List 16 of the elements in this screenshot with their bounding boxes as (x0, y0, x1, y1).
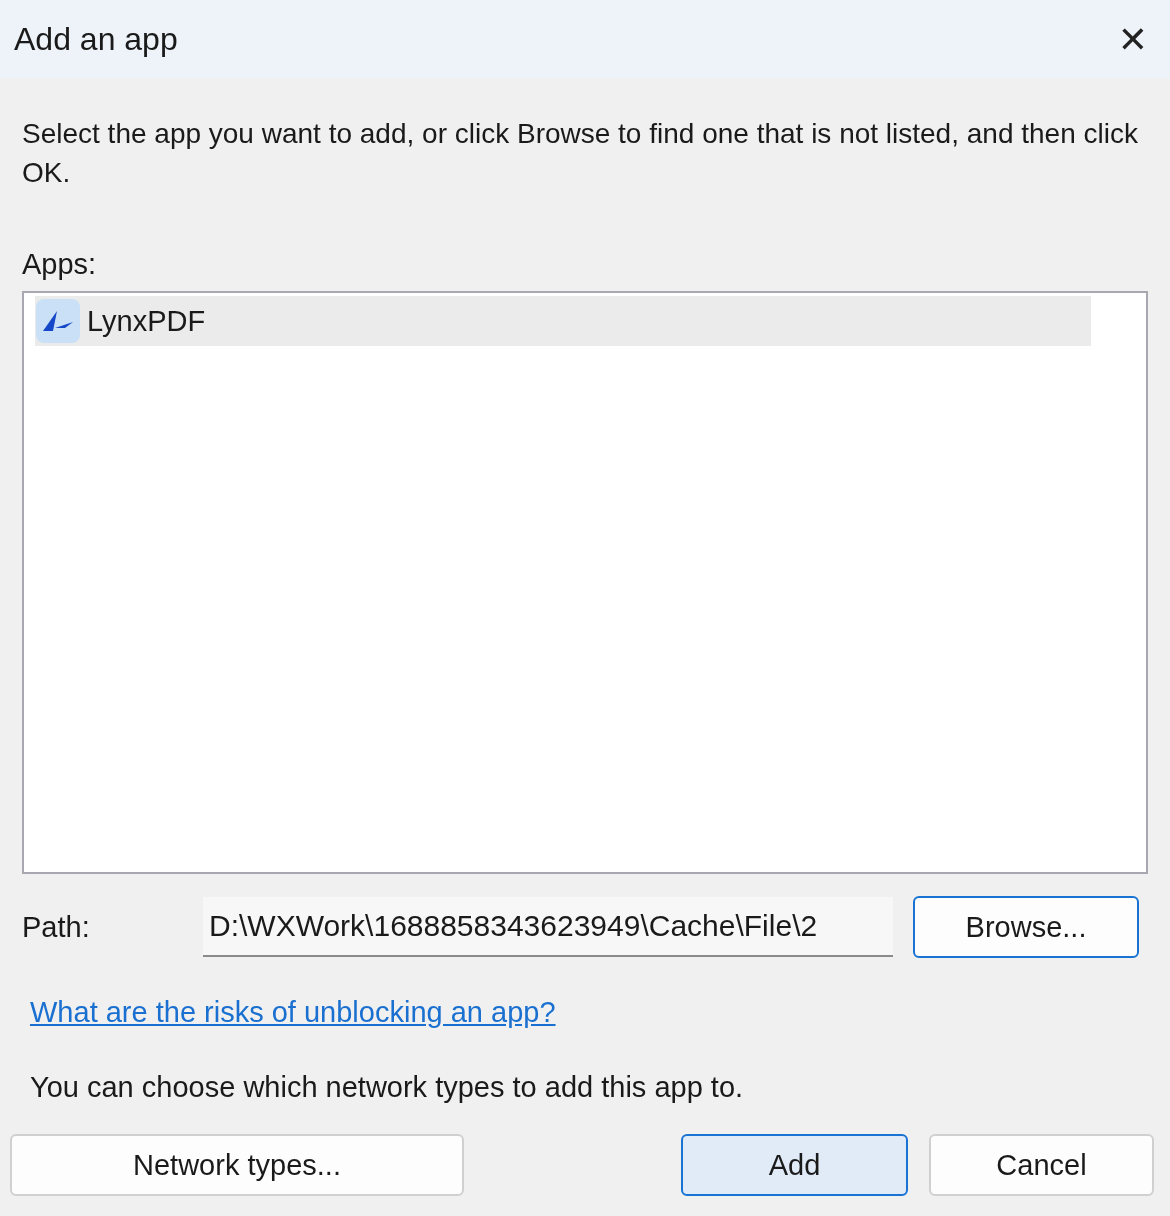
path-field[interactable]: D:\WXWork\1688858343623949\Cache\File\2 (203, 897, 893, 957)
path-label: Path: (22, 910, 91, 944)
apps-label: Apps: (22, 248, 97, 281)
app-list-item[interactable]: LynxPDF (35, 296, 1091, 346)
network-note-text: You can choose which network types to add this app to. (30, 1071, 745, 1104)
network-types-button[interactable]: Network types... (10, 1134, 464, 1196)
apps-list[interactable]: LynxPDF (22, 291, 1148, 874)
close-button[interactable]: ✕ (1109, 18, 1156, 60)
instructions-text: Select the app you want to add, or click Browse to find one that is not listed, and then click OK. (22, 117, 1139, 190)
app-icon (35, 298, 81, 344)
cancel-button[interactable]: Cancel (929, 1134, 1154, 1196)
browse-button[interactable]: Browse... (913, 896, 1139, 958)
add-button[interactable]: Add (681, 1134, 908, 1196)
app-name: LynxPDF (87, 304, 206, 338)
help-link[interactable]: What are the risks of unblocking an app? (30, 996, 556, 1029)
window-title: Add an app (14, 20, 178, 58)
